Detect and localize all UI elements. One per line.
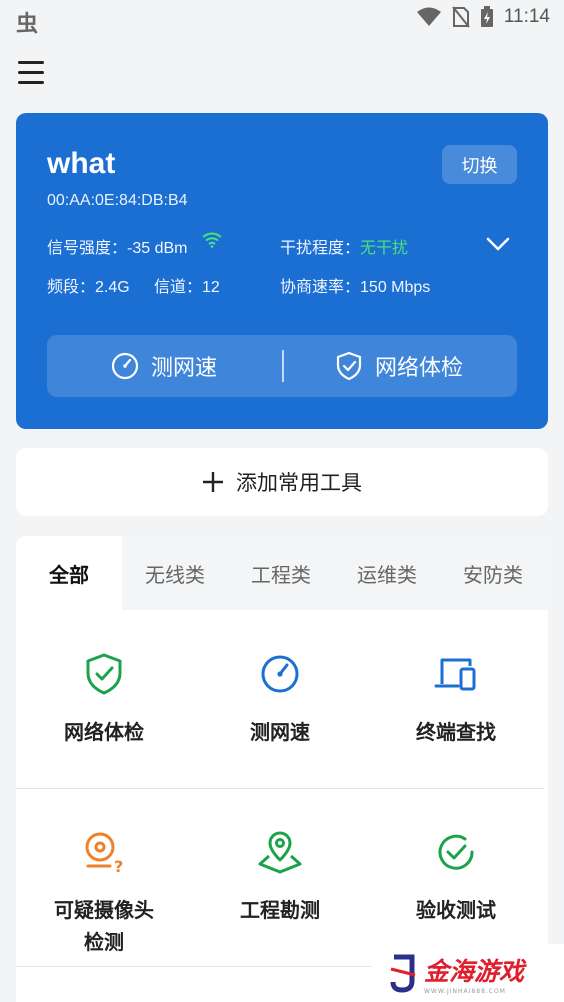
network-check-button[interactable]: 网络体检 xyxy=(335,335,463,397)
tool-device-finder[interactable]: 终端查找 xyxy=(368,650,544,748)
signal-label: 信号强度： xyxy=(47,240,128,257)
shield-check-icon xyxy=(86,653,122,695)
menu-icon[interactable] xyxy=(18,60,46,86)
add-tools-button[interactable]: 添加常用工具 xyxy=(16,448,548,516)
tool-label-line2: 检测 xyxy=(84,930,124,954)
network-ssid: what xyxy=(47,147,116,180)
channel-value: 12 xyxy=(202,279,220,296)
speedometer-icon xyxy=(111,352,139,380)
tool-label: 终端查找 xyxy=(416,720,496,744)
interference: 干扰程度：无干扰 xyxy=(280,234,408,258)
map-pin-icon xyxy=(258,831,302,874)
speedometer-icon xyxy=(261,655,299,693)
network-mac: 00:AA:0E:84:DB:B4 xyxy=(47,192,188,209)
tool-speed-test[interactable]: 测网速 xyxy=(192,650,368,748)
action-divider xyxy=(282,350,284,382)
tab-wireless[interactable]: 无线类 xyxy=(122,536,228,610)
signal-wifi-icon xyxy=(202,232,222,248)
row-divider xyxy=(16,788,544,789)
shield-check-icon xyxy=(336,351,362,381)
watermark-logo: 金海游戏 WWW.JINHAI888.COM xyxy=(372,944,564,1002)
tools-panel: 全部 无线类 工程类 运维类 安防类 网络体检 测网速 终端查找 ? 可疑摄像头… xyxy=(16,536,548,1002)
tool-label-line1: 可疑摄像头 xyxy=(54,898,154,922)
signal-strength: 信号强度：-35 dBm xyxy=(47,234,187,258)
watermark-j-logo xyxy=(390,954,416,993)
notification-icon: 虫 xyxy=(16,12,39,37)
tab-all[interactable]: 全部 xyxy=(16,536,122,610)
channel-label: 信道： xyxy=(154,279,203,296)
camera-question-icon: ? xyxy=(85,832,123,874)
wifi-icon xyxy=(416,7,441,26)
devices-icon xyxy=(434,658,476,691)
tab-engineering[interactable]: 工程类 xyxy=(228,536,334,610)
switch-network-button[interactable]: 切换 xyxy=(442,145,517,184)
rate-value: 150 Mbps xyxy=(360,279,431,296)
clock: 11:14 xyxy=(503,6,550,27)
battery-charging-icon xyxy=(480,6,493,27)
channel: 信道：12 xyxy=(154,273,220,297)
chevron-down-icon[interactable] xyxy=(486,237,510,251)
tool-acceptance-test[interactable]: 验收测试 xyxy=(368,828,544,926)
tool-network-check[interactable]: 网络体检 xyxy=(16,650,192,748)
watermark-sub: WWW.JINHAI888.COM xyxy=(424,987,506,995)
speed-test-label: 测网速 xyxy=(151,356,218,381)
tab-security[interactable]: 安防类 xyxy=(440,536,546,610)
signal-value: -35 dBm xyxy=(127,240,188,257)
tab-operations[interactable]: 运维类 xyxy=(334,536,440,610)
add-tools-label: 添加常用工具 xyxy=(236,471,362,495)
band: 频段：2.4G xyxy=(47,273,130,297)
network-card: what 00:AA:0E:84:DB:B4 切换 信号强度：-35 dBm 干… xyxy=(16,113,548,429)
quick-actions: 测网速 网络体检 xyxy=(47,335,517,397)
tool-label: 测网速 xyxy=(250,720,310,744)
negotiated-rate: 协商速率：150 Mbps xyxy=(280,273,430,297)
watermark-text: 金海游戏 xyxy=(424,956,525,986)
tool-label: 工程勘测 xyxy=(240,898,320,922)
tool-site-survey[interactable]: 工程勘测 xyxy=(192,828,368,926)
network-check-label: 网络体检 xyxy=(375,356,464,381)
no-sim-icon xyxy=(452,6,470,28)
svg-text:?: ? xyxy=(114,857,123,874)
status-icons: 11:14 xyxy=(416,6,550,28)
band-label: 频段： xyxy=(47,279,96,296)
tool-camera-detect[interactable]: ? 可疑摄像头 检测 xyxy=(16,828,192,958)
rate-label: 协商速率： xyxy=(280,279,361,296)
status-bar: 虫 11:14 xyxy=(0,0,564,40)
interference-value: 无干扰 xyxy=(360,240,409,257)
band-value: 2.4G xyxy=(95,279,130,296)
tool-label: 可疑摄像头 检测 xyxy=(54,894,154,958)
category-tabs: 全部 无线类 工程类 运维类 安防类 xyxy=(16,536,548,610)
tool-label: 验收测试 xyxy=(416,898,496,922)
plus-icon xyxy=(203,472,223,492)
speed-test-button[interactable]: 测网速 xyxy=(111,335,217,397)
check-circle-icon xyxy=(438,834,474,870)
tool-label: 网络体检 xyxy=(64,720,144,744)
interference-label: 干扰程度： xyxy=(280,240,361,257)
